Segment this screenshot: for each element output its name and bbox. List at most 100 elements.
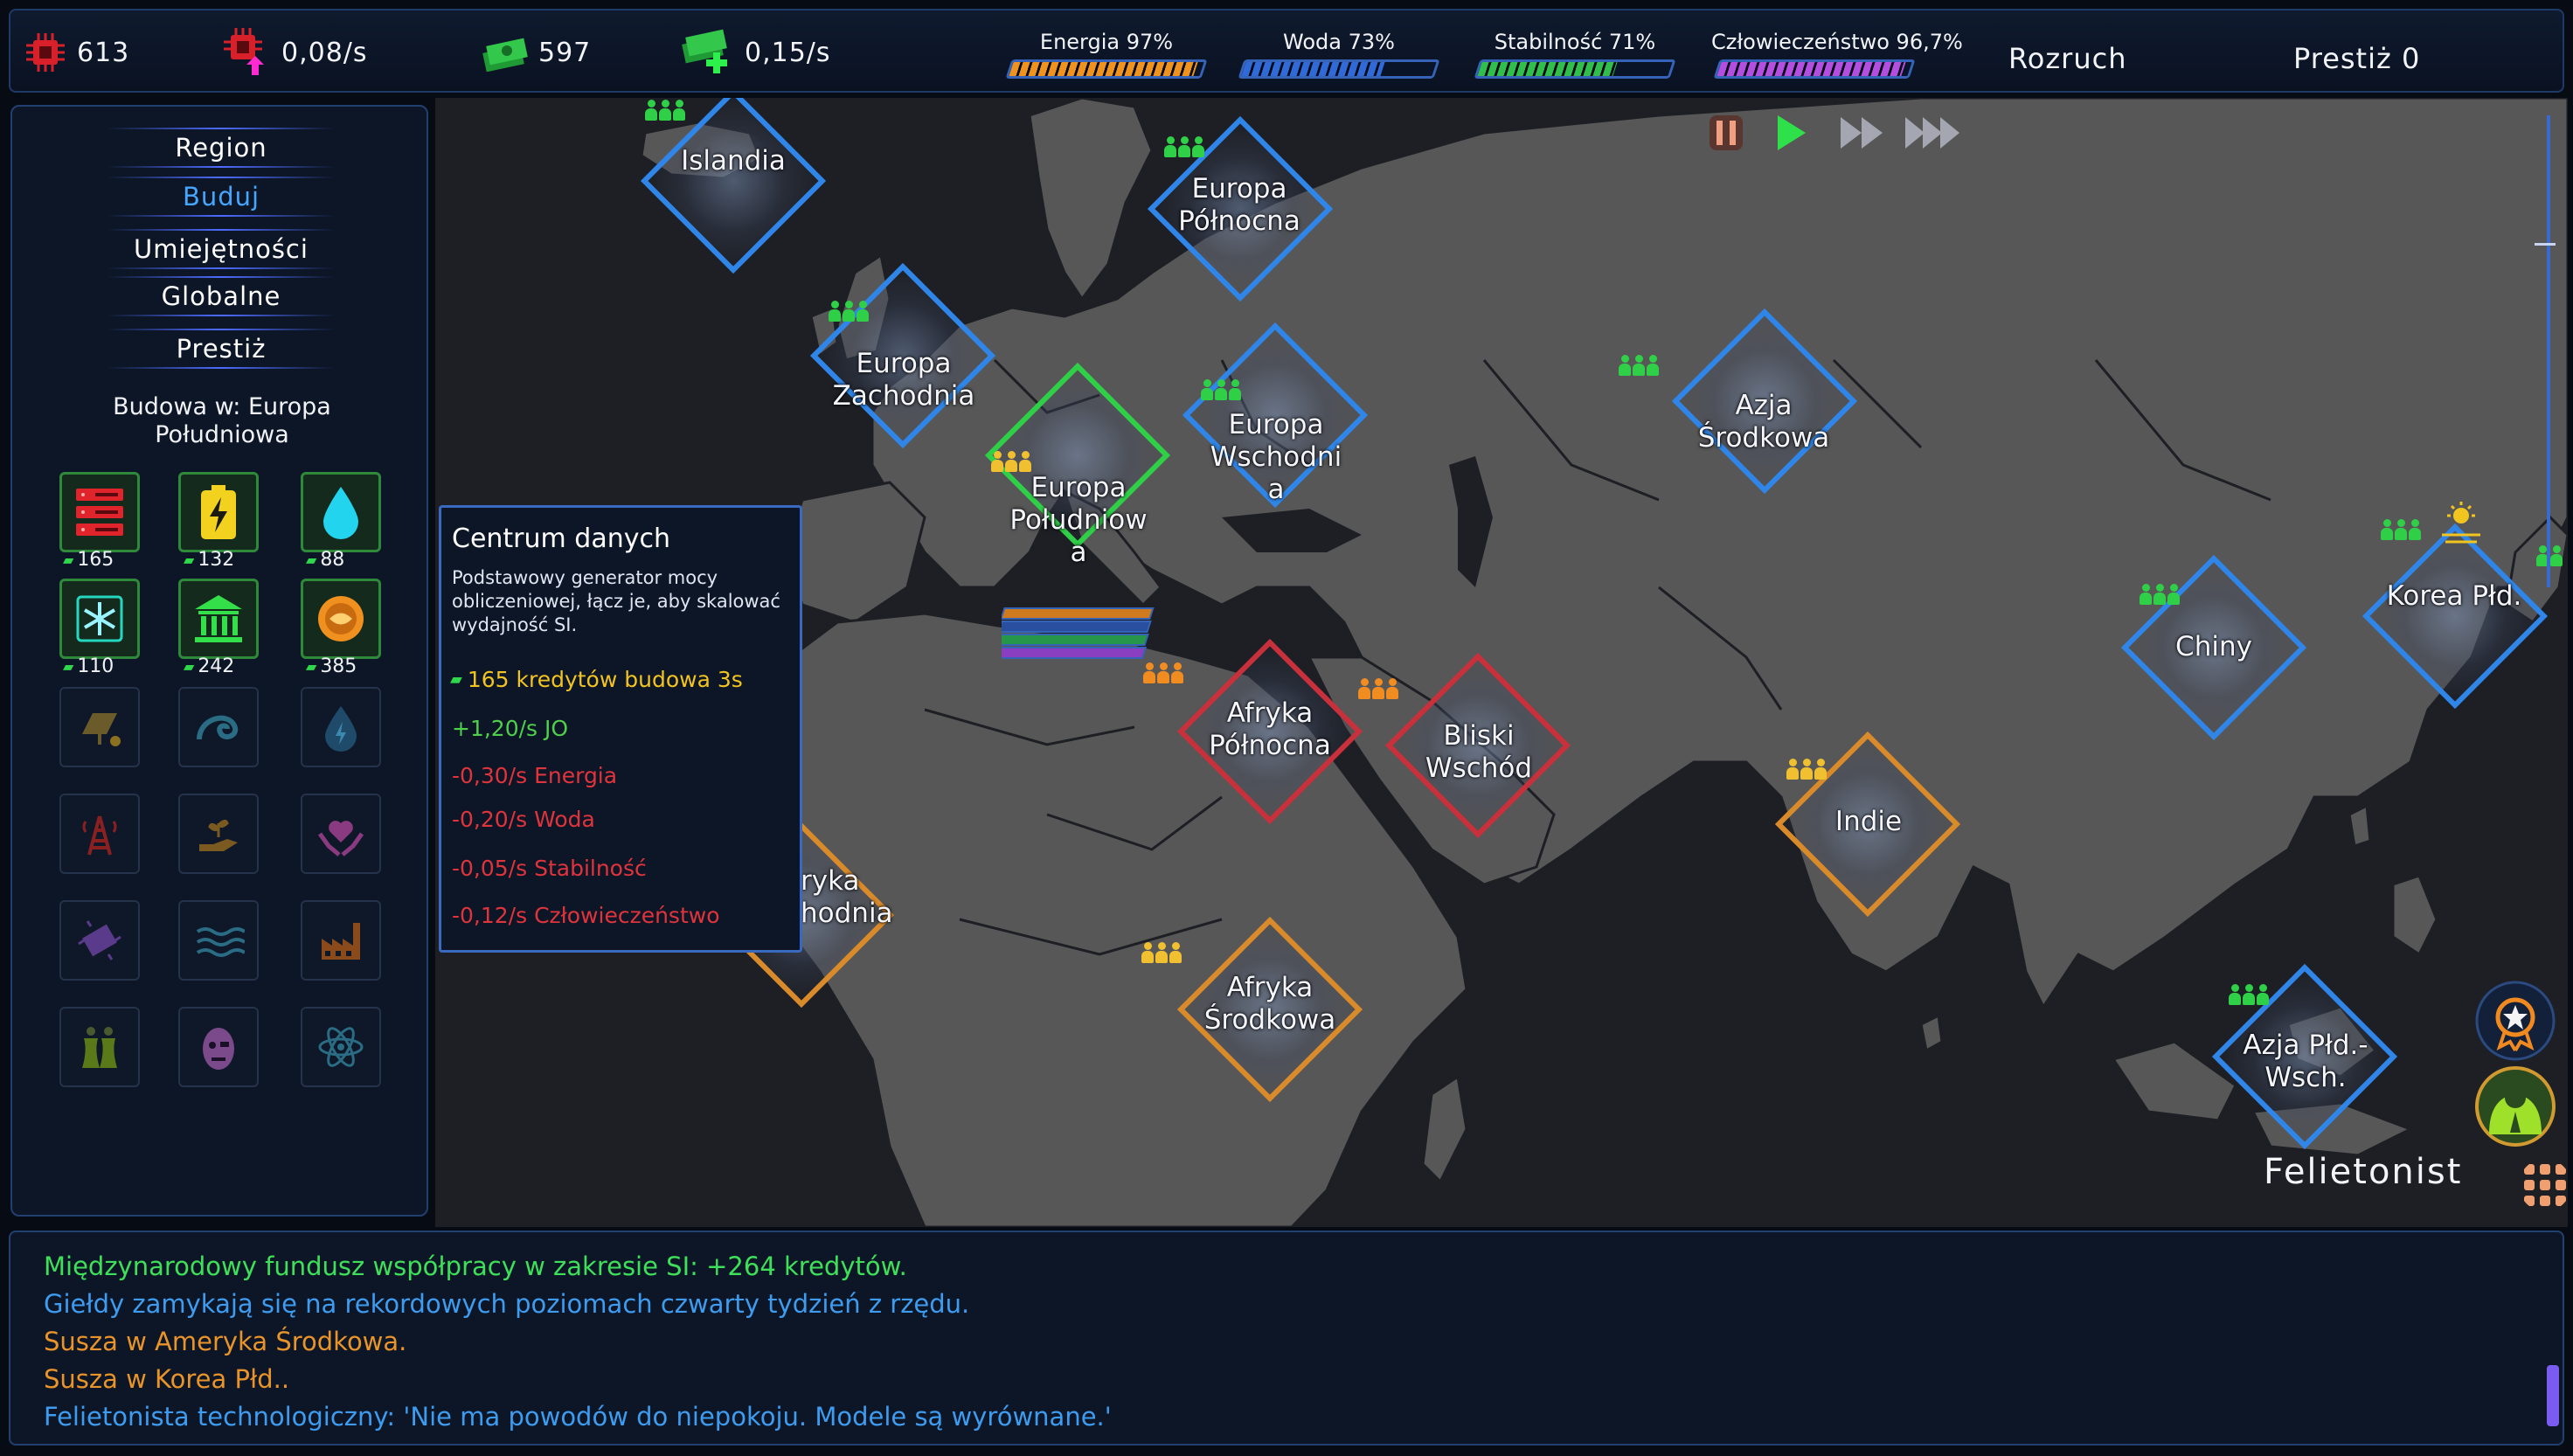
cash-mini-icon: ▰: [450, 670, 462, 689]
region-label-text: Wschód: [1425, 752, 1533, 784]
build-chip-button[interactable]: [59, 900, 140, 981]
region-label-europa-polnocna: Europa Północna: [1152, 173, 1327, 238]
build-cost-0: ▰ 165: [63, 549, 114, 571]
tooltip-humanity-line: -0,12/s Człowieczeństwo: [452, 903, 720, 928]
build-atom-button[interactable]: [301, 1007, 381, 1087]
region-label-chiny: Chiny: [2126, 631, 2301, 663]
achievement-badge-icon[interactable]: [2472, 977, 2559, 1064]
region-label-text: Wsch.: [2264, 1062, 2347, 1093]
region-label-text: Islandia: [681, 145, 786, 177]
compute-rate-value: 0,08/s: [281, 37, 368, 68]
water-meter-track: [1238, 59, 1440, 79]
tooltip-stability-line: -0,05/s Stabilność: [452, 856, 647, 881]
play-icon[interactable]: [1772, 112, 1809, 154]
news-item: Międzynarodowy fundusz współpracy w zakr…: [44, 1251, 907, 1281]
region-label-text: Bliski: [1443, 720, 1515, 752]
credits-rate-resource: 0,15/s: [680, 10, 831, 94]
heart-hands-icon: [317, 821, 364, 856]
news-feed: Międzynarodowy fundusz współpracy w zakr…: [9, 1231, 2564, 1446]
build-cost-2: ▰ 88: [306, 549, 344, 571]
region-label-text: Północna: [1209, 730, 1331, 761]
region-label-azja-srodkowa: Azja Środkowa: [1676, 390, 1851, 454]
region-label-azja-pld-wsch: Azja Płd.- Wsch.: [2218, 1030, 2393, 1094]
stability-meter: Stabilność 71%: [1472, 30, 1678, 86]
battery-icon: [201, 485, 236, 539]
energy-meter-label: Energia 97%: [1039, 30, 1174, 54]
region-label-text: Azja Płd.-: [2243, 1030, 2368, 1061]
humanity-meter-track: [1713, 59, 1916, 79]
factory-icon: [322, 923, 360, 960]
region-label-europa-zachodnia: Europa Zachodnia: [816, 348, 991, 413]
build-hydro-button[interactable]: [301, 687, 381, 767]
build-cost-4: ▰ 242: [184, 655, 234, 677]
region-label-text: Indie: [1834, 806, 1903, 837]
news-scrollbar[interactable]: [2547, 1365, 2559, 1426]
fast-forward-icon[interactable]: [1837, 112, 1888, 154]
region-label-afryka-srodkowa: Afryka Środkowa: [1182, 972, 1357, 1037]
nav-build[interactable]: Buduj: [107, 177, 336, 217]
energy-meter-fill: [1009, 62, 1199, 76]
region-label-indie: Indie: [1781, 806, 1956, 838]
build-wave-button[interactable]: [178, 687, 259, 767]
build-solar-button[interactable]: [59, 687, 140, 767]
nav-region[interactable]: Region: [107, 128, 336, 168]
cash-icon: [482, 38, 528, 72]
build-data-center-button[interactable]: [59, 472, 140, 552]
water-meter-label: Woda 73%: [1283, 30, 1395, 54]
left-build-panel: Region Buduj Umiejętności Globalne Prest…: [10, 105, 428, 1217]
drought-sun-icon: [2442, 502, 2480, 544]
build-battery-button[interactable]: [178, 472, 259, 552]
people-icon: [1619, 355, 1659, 376]
solar-panel-icon: [82, 713, 121, 746]
atom-icon: [318, 1027, 364, 1067]
build-coin-button[interactable]: [301, 579, 381, 659]
people-icon: [1201, 379, 1241, 400]
tooltip-cost-text: 165 kredytów budowa 3s: [467, 667, 743, 692]
cash-mini-icon: ▰: [306, 551, 317, 568]
region-label-text: Południow: [1009, 504, 1148, 536]
build-ocean-button[interactable]: [178, 900, 259, 981]
build-care-button[interactable]: [301, 794, 381, 874]
advisor-person-icon[interactable]: [2472, 1063, 2559, 1150]
nav-prestige[interactable]: Prestiż: [107, 329, 336, 369]
region-label-text: Korea Płd.: [2386, 580, 2522, 612]
build-cooling-button[interactable]: [59, 579, 140, 659]
fastest-forward-icon[interactable]: [1902, 112, 1968, 154]
people-icon: [829, 301, 869, 322]
tooltip-water-line: -0,20/s Woda: [452, 807, 595, 832]
region-label-afryka-polnocna: Afryka Północna: [1182, 697, 1357, 762]
build-factory-button[interactable]: [301, 900, 381, 981]
region-label-text: Europa: [1030, 472, 1127, 503]
build-government-button[interactable]: [178, 579, 259, 659]
nav-skills[interactable]: Umiejętności: [107, 229, 336, 269]
people-icon: [2381, 519, 2421, 540]
credits-value: 597: [538, 37, 592, 68]
pause-icon[interactable]: [1706, 112, 1746, 154]
water-meter-fill: [1241, 62, 1385, 76]
build-nuclear-button[interactable]: [59, 1007, 140, 1087]
map-scroll-marker[interactable]: [2535, 243, 2556, 246]
government-building-icon: [195, 595, 242, 642]
grid-menu-icon[interactable]: [2519, 1159, 2568, 1211]
nav-global[interactable]: Globalne: [107, 276, 336, 316]
columnist-label: Felietonist: [2264, 1152, 2463, 1192]
news-item: Felietonista technologiczny: 'Nie ma pow…: [44, 1402, 1112, 1432]
prestige-label[interactable]: Prestiż 0: [2293, 42, 2420, 75]
build-robot-button[interactable]: [178, 1007, 259, 1087]
build-cost-3: ▰ 110: [63, 655, 114, 677]
region-label-text: Północna: [1178, 205, 1300, 237]
build-tower-button[interactable]: [59, 794, 140, 874]
region-label-text: Środkowa: [1697, 422, 1830, 454]
map-scroll-track[interactable]: [2547, 115, 2550, 587]
region-label-islandia: Islandia: [659, 145, 808, 177]
build-water-button[interactable]: [301, 472, 381, 552]
compute-rate-resource: 0,08/s: [220, 10, 368, 94]
region-label-text: Afryka: [1226, 697, 1314, 729]
build-cost-value: 132: [198, 549, 235, 571]
people-icon: [1786, 759, 1827, 780]
build-agriculture-button[interactable]: [178, 794, 259, 874]
people-icon: [991, 451, 1031, 472]
tooltip-gain-line: +1,20/s JO: [452, 716, 569, 741]
tooltip-energy-line: -0,30/s Energia: [452, 763, 618, 788]
coin-icon: [318, 596, 364, 641]
